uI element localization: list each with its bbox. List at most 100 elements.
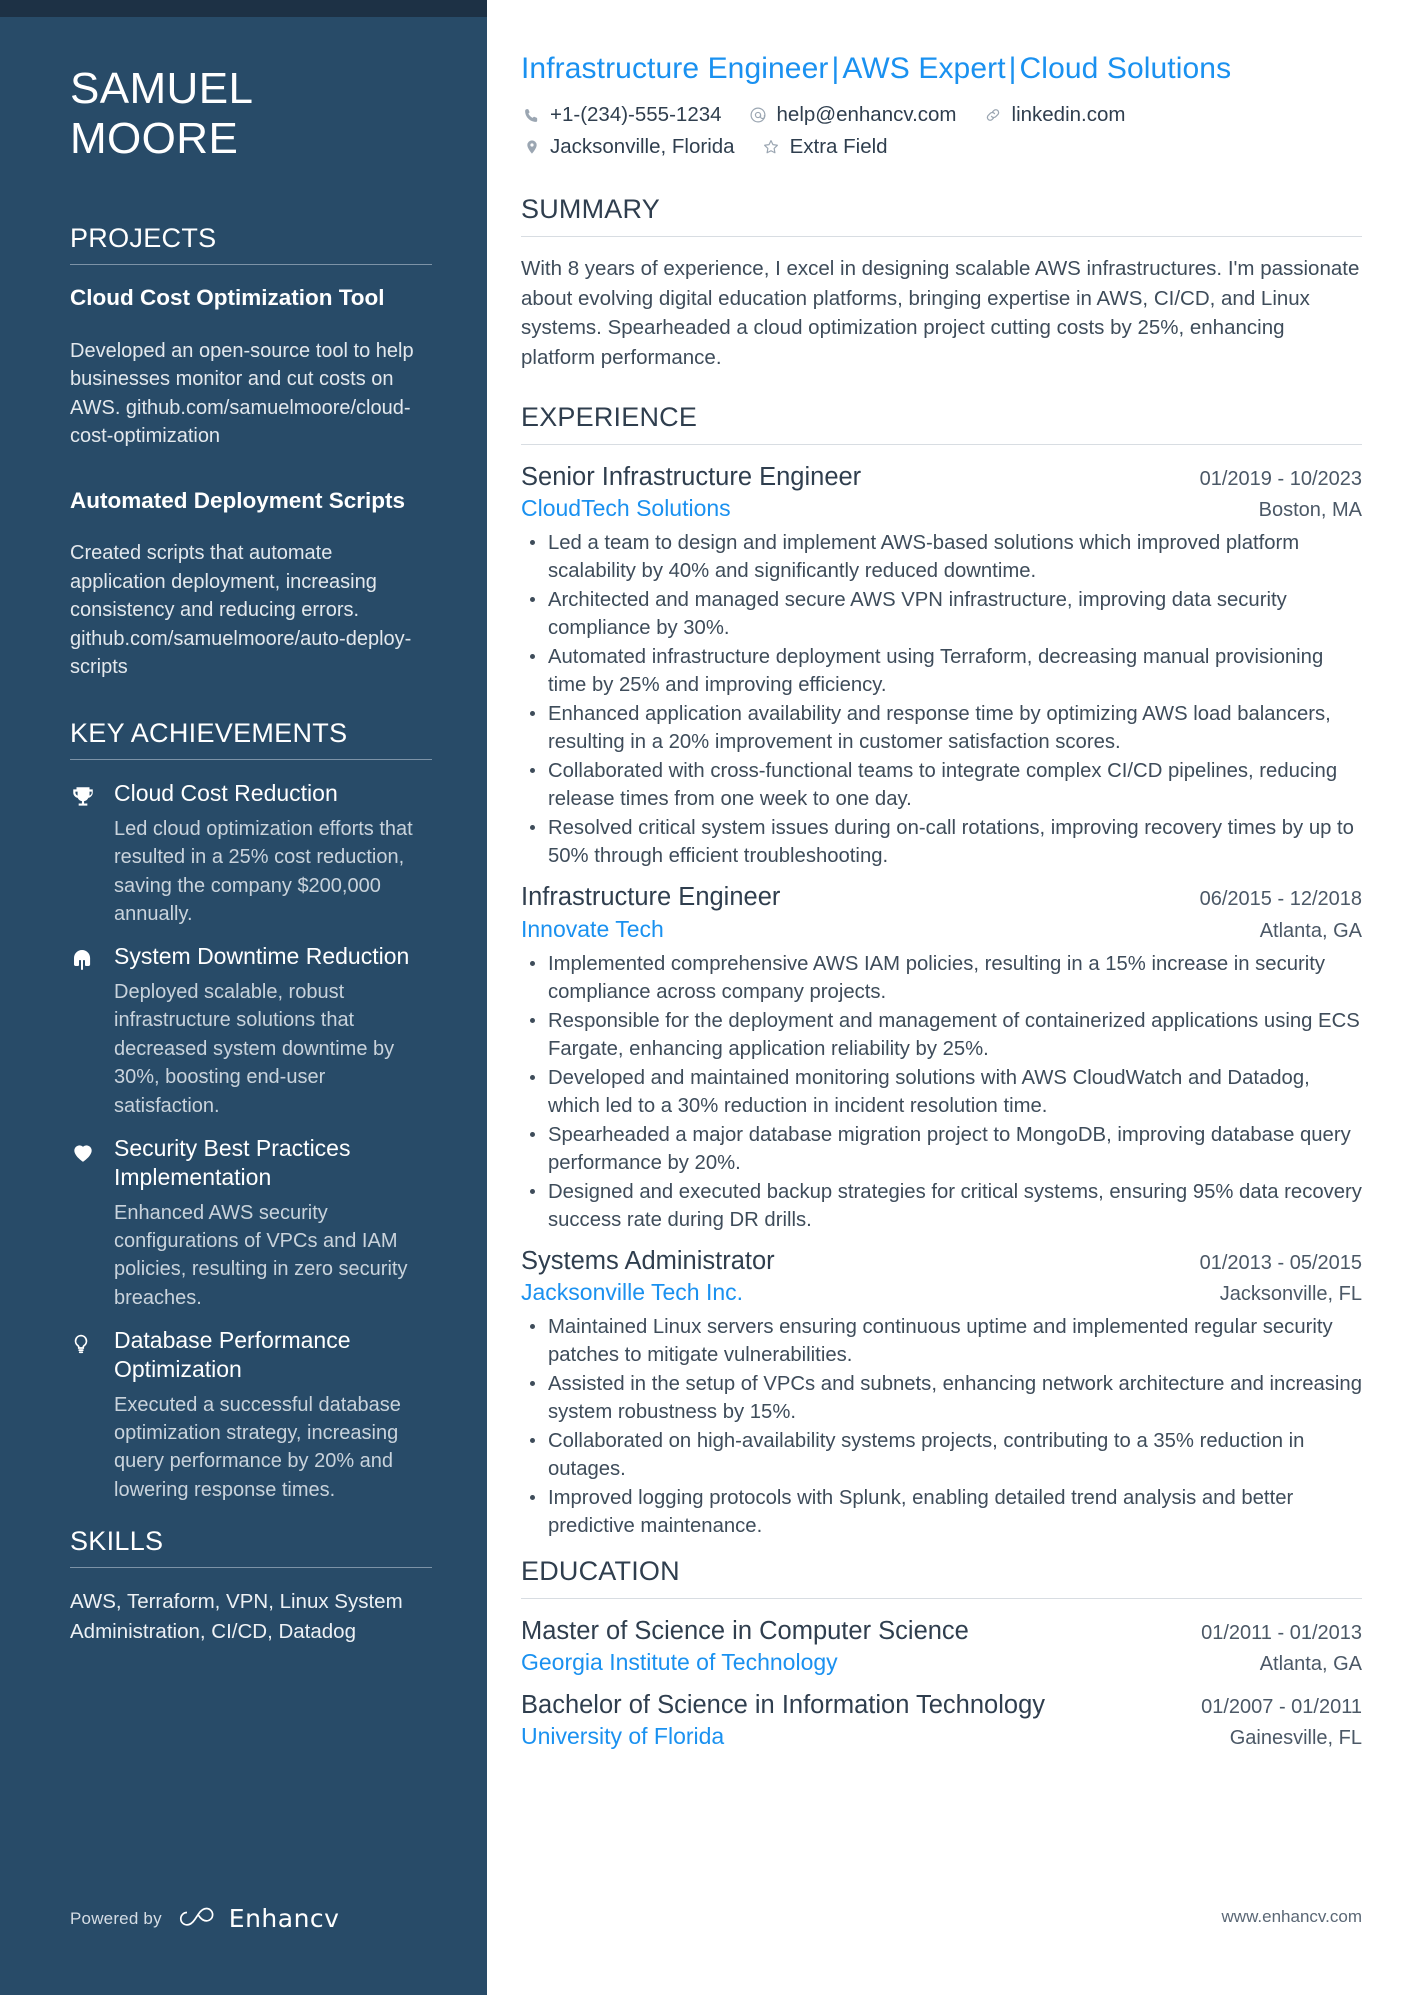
job-bullet: Responsible for the deployment and manag…	[521, 1007, 1362, 1063]
education-dates: 01/2007 - 01/2011	[1201, 1695, 1362, 1718]
job-bullet: Implemented comprehensive AWS IAM polici…	[521, 950, 1362, 1006]
job-bullet: Architected and managed secure AWS VPN i…	[521, 586, 1362, 642]
key-achievements-section-title: KEY ACHIEVEMENTS	[70, 718, 348, 749]
achievement-item: Database Performance Optimization Execut…	[70, 1326, 432, 1504]
job-bullet: Improved logging protocols with Splunk, …	[521, 1484, 1362, 1540]
enhancv-logo: Enhancv	[179, 1904, 340, 1933]
achievement-title: System Downtime Reduction	[114, 943, 410, 970]
contact-linkedin[interactable]: linkedin.com	[983, 102, 1126, 129]
headline-part-3: Cloud Solutions	[1019, 52, 1232, 85]
job-bullets: Led a team to design and implement AWS-b…	[521, 529, 1362, 870]
headline-separator: |	[831, 52, 840, 85]
contact-extra-field-value: Extra Field	[789, 134, 888, 158]
job-bullet: Collaborated with cross-functional teams…	[521, 757, 1362, 813]
achievement-item: Security Best Practices Implementation E…	[70, 1134, 432, 1312]
job-location: Jacksonville, FL	[1219, 1282, 1362, 1305]
experience-item: Senior Infrastructure Engineer 01/2019 -…	[521, 462, 1362, 870]
contact-email-value: help@enhancv.com	[776, 103, 957, 126]
job-company[interactable]: Jacksonville Tech Inc.	[521, 1279, 1206, 1306]
job-dates: 06/2015 - 12/2018	[1199, 888, 1362, 911]
achievement-title: Cloud Cost Reduction	[114, 780, 338, 807]
job-bullet: Developed and maintained monitoring solu…	[521, 1064, 1362, 1120]
education-location: Gainesville, FL	[1229, 1726, 1362, 1749]
project-description: Developed an open-source tool to help bu…	[70, 339, 414, 448]
enhancv-wordmark: Enhancv	[228, 1904, 340, 1933]
skills-divider	[70, 1567, 432, 1569]
skills-section-title: SKILLS	[70, 1526, 164, 1557]
contact-phone[interactable]: +1-(234)-555-1234	[521, 102, 722, 129]
education-degree: Bachelor of Science in Information Techn…	[521, 1690, 1046, 1719]
headline-part-2: AWS Expert	[842, 52, 1006, 85]
job-bullets: Maintained Linux servers ensuring contin…	[521, 1313, 1362, 1540]
enhancv-url[interactable]: www.enhancv.com	[1222, 1907, 1362, 1927]
resume-page: SAMUEL MOORE PROJECTS Cloud Cost Optimiz…	[0, 0, 1410, 1995]
job-bullet: Maintained Linux servers ensuring contin…	[521, 1313, 1362, 1369]
job-title: Infrastructure Engineer	[521, 883, 781, 912]
powered-by-label: Powered by	[70, 1908, 162, 1928]
heart-icon	[70, 1134, 114, 1312]
skills-list: AWS, Terraform, VPN, Linux System Admini…	[70, 1590, 403, 1643]
achievement-description: Executed a successful database optimizat…	[114, 1393, 401, 1501]
achievement-description: Deployed scalable, robust infrastructure…	[114, 981, 395, 1117]
education-school[interactable]: University of Florida	[521, 1723, 1216, 1750]
education-item: Master of Science in Computer Science 01…	[521, 1616, 1362, 1676]
education-school[interactable]: Georgia Institute of Technology	[521, 1649, 1246, 1676]
experience-divider	[521, 444, 1362, 446]
contact-extra-field[interactable]: Extra Field	[761, 134, 888, 161]
phone-icon	[521, 107, 542, 124]
summary-section: SUMMARY With 8 years of experience, I ex…	[521, 194, 1362, 372]
achievement-title: Database Performance Optimization	[114, 1327, 351, 1382]
contact-phone-value: +1-(234)-555-1234	[550, 103, 722, 126]
summary-section-title: SUMMARY	[521, 194, 660, 225]
location-pin-icon	[521, 138, 542, 156]
project-item: Automated Deployment Scripts Created scr…	[70, 487, 432, 682]
education-section-title: EDUCATION	[521, 1555, 680, 1586]
contact-location[interactable]: Jacksonville, Florida	[521, 134, 735, 161]
headline-part-1: Infrastructure Engineer	[521, 52, 829, 85]
project-item: Cloud Cost Optimization Tool Developed a…	[70, 284, 432, 451]
candidate-name: SAMUEL MOORE	[70, 64, 432, 163]
sidebar-top-accent-bar	[0, 0, 487, 17]
job-company[interactable]: Innovate Tech	[521, 916, 1246, 943]
project-name: Automated Deployment Scripts	[70, 487, 406, 513]
candidate-first-name: SAMUEL	[70, 64, 254, 113]
main-content: Infrastructure Engineer | AWS Expert | Cloud…	[487, 0, 1410, 1995]
project-description: Created scripts that automate applicatio…	[70, 542, 412, 679]
helmet-icon	[70, 942, 114, 1120]
email-icon	[748, 106, 769, 124]
job-bullet: Spearheaded a major database migration p…	[521, 1121, 1362, 1177]
contact-info: +1-(234)-555-1234 help@enhancv.com linke…	[521, 102, 1362, 160]
skills-section: SKILLS AWS, Terraform, VPN, Linux System…	[70, 1526, 432, 1646]
experience-section-title: EXPERIENCE	[521, 402, 698, 433]
projects-divider	[70, 264, 432, 266]
project-name: Cloud Cost Optimization Tool	[70, 285, 385, 311]
achievement-description: Enhanced AWS security configurations of …	[114, 1201, 408, 1309]
education-divider	[521, 1597, 1362, 1599]
key-achievements-section: KEY ACHIEVEMENTS Cloud Cost Reduction Le…	[70, 718, 432, 1504]
candidate-last-name: MOORE	[70, 113, 239, 163]
job-bullet: Designed and executed backup strategies …	[521, 1178, 1362, 1234]
education-item: Bachelor of Science in Information Techn…	[521, 1690, 1362, 1750]
education-dates: 01/2011 - 01/2013	[1201, 1621, 1362, 1644]
trophy-icon	[70, 779, 114, 928]
achievement-item: System Downtime Reduction Deployed scala…	[70, 942, 432, 1120]
job-bullet: Collaborated on high-availability system…	[521, 1427, 1362, 1483]
headline-separator: |	[1008, 52, 1017, 85]
job-location: Boston, MA	[1258, 499, 1362, 522]
job-company[interactable]: CloudTech Solutions	[521, 495, 1245, 522]
contact-row-secondary: Jacksonville, Florida Extra Field	[521, 134, 1362, 161]
contact-linkedin-value: linkedin.com	[1011, 103, 1126, 126]
job-bullet: Enhanced application availability and re…	[521, 700, 1362, 756]
contact-location-value: Jacksonville, Florida	[550, 134, 735, 158]
sidebar-footer: Powered by Enhancv	[70, 1904, 339, 1933]
summary-divider	[521, 236, 1362, 238]
experience-section: EXPERIENCE Senior Infrastructure Enginee…	[521, 402, 1362, 1539]
job-bullet: Led a team to design and implement AWS-b…	[521, 529, 1362, 585]
education-section: EDUCATION Master of Science in Computer …	[521, 1556, 1362, 1750]
education-degree: Master of Science in Computer Science	[521, 1616, 969, 1645]
experience-item: Systems Administrator 01/2013 - 05/2015 …	[521, 1246, 1362, 1540]
job-title: Senior Infrastructure Engineer	[521, 463, 862, 492]
lightbulb-icon	[70, 1326, 114, 1504]
key-achievements-divider	[70, 759, 432, 761]
contact-email[interactable]: help@enhancv.com	[748, 102, 957, 129]
